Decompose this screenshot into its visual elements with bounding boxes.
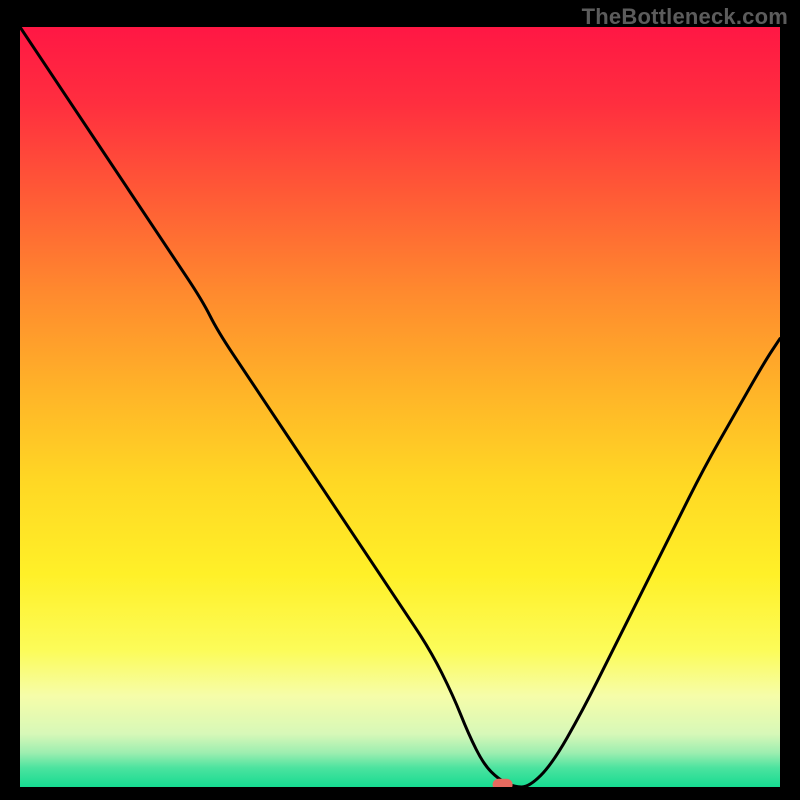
plot-area (20, 27, 780, 787)
chart-svg (20, 27, 780, 787)
chart-frame: TheBottleneck.com (0, 0, 800, 800)
watermark-text: TheBottleneck.com (582, 4, 788, 30)
heatmap-background (20, 27, 780, 787)
optimal-marker (493, 779, 513, 787)
